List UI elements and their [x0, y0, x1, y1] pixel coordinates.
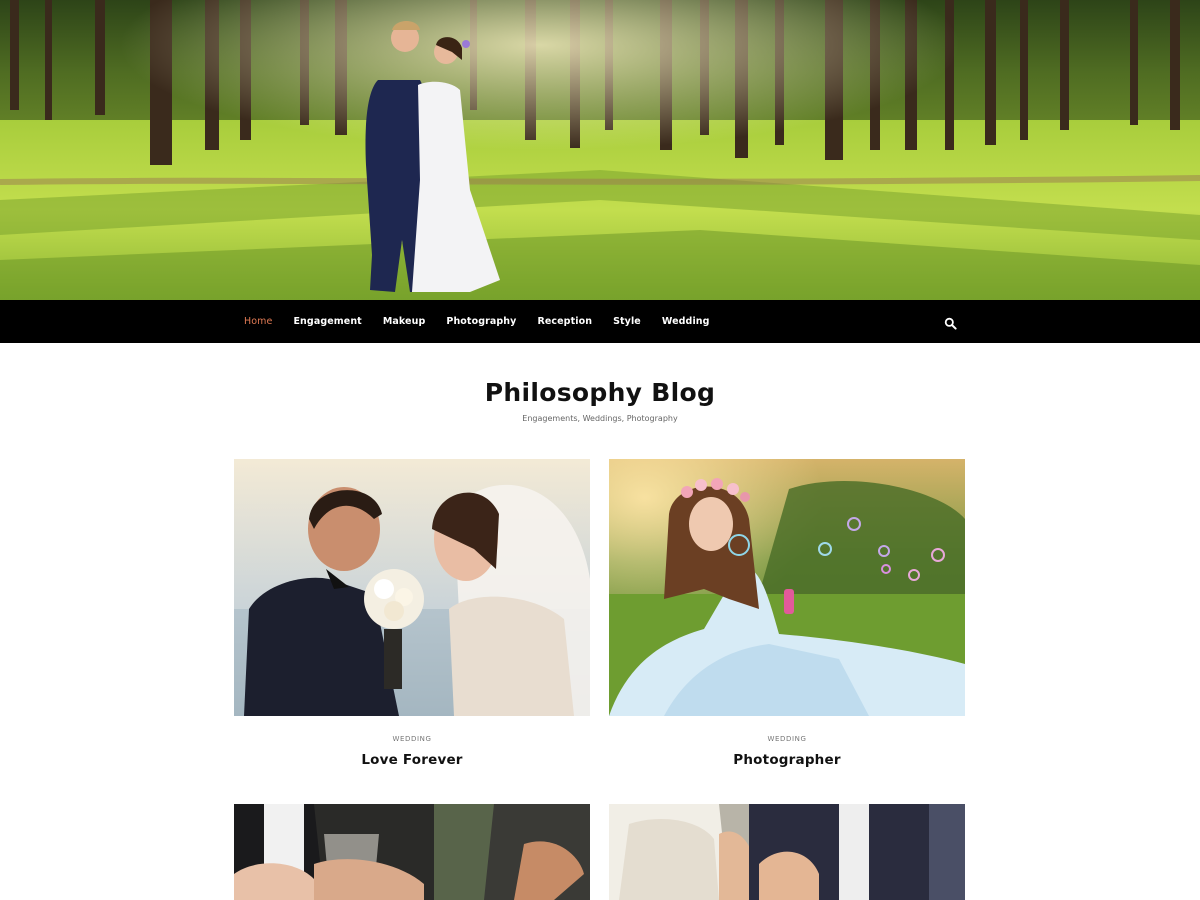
post-card-love-forever[interactable]: WEDDING Love Forever [234, 459, 590, 768]
site-tagline: Engagements, Weddings, Photography [522, 414, 678, 423]
post-thumbnail[interactable] [609, 459, 965, 716]
bride-and-groom-seated-photo [609, 804, 965, 900]
wine-glass-toast-photo [234, 804, 590, 900]
nav-item-home[interactable]: Home [244, 316, 272, 327]
nav-item-makeup[interactable]: Makeup [383, 316, 426, 327]
couple-with-bouquet-photo [234, 459, 590, 716]
nav-item-style[interactable]: Style [613, 316, 641, 327]
post-title[interactable]: Photographer [609, 752, 965, 768]
site-title[interactable]: Philosophy Blog [0, 378, 1200, 407]
main-navigation: Home Engagement Makeup Photography Recep… [0, 300, 1200, 343]
search-icon[interactable] [944, 315, 957, 330]
post-title[interactable]: Love Forever [234, 752, 590, 768]
hero-image [0, 0, 1200, 300]
nav-item-reception[interactable]: Reception [537, 316, 592, 327]
bride-blowing-bubbles-photo [609, 459, 965, 716]
post-category[interactable]: WEDDING [234, 735, 590, 743]
post-thumbnail-4[interactable] [609, 804, 965, 900]
hero-forest-scene [0, 0, 1200, 300]
nav-item-wedding[interactable]: Wedding [662, 316, 710, 327]
post-thumbnail[interactable] [234, 459, 590, 716]
post-category[interactable]: WEDDING [609, 735, 965, 743]
post-card-photographer[interactable]: WEDDING Photographer [609, 459, 965, 768]
nav-item-engagement[interactable]: Engagement [293, 316, 361, 327]
nav-menu: Home Engagement Makeup Photography Recep… [244, 300, 731, 343]
post-thumbnail-3[interactable] [234, 804, 590, 900]
nav-item-photography[interactable]: Photography [446, 316, 516, 327]
